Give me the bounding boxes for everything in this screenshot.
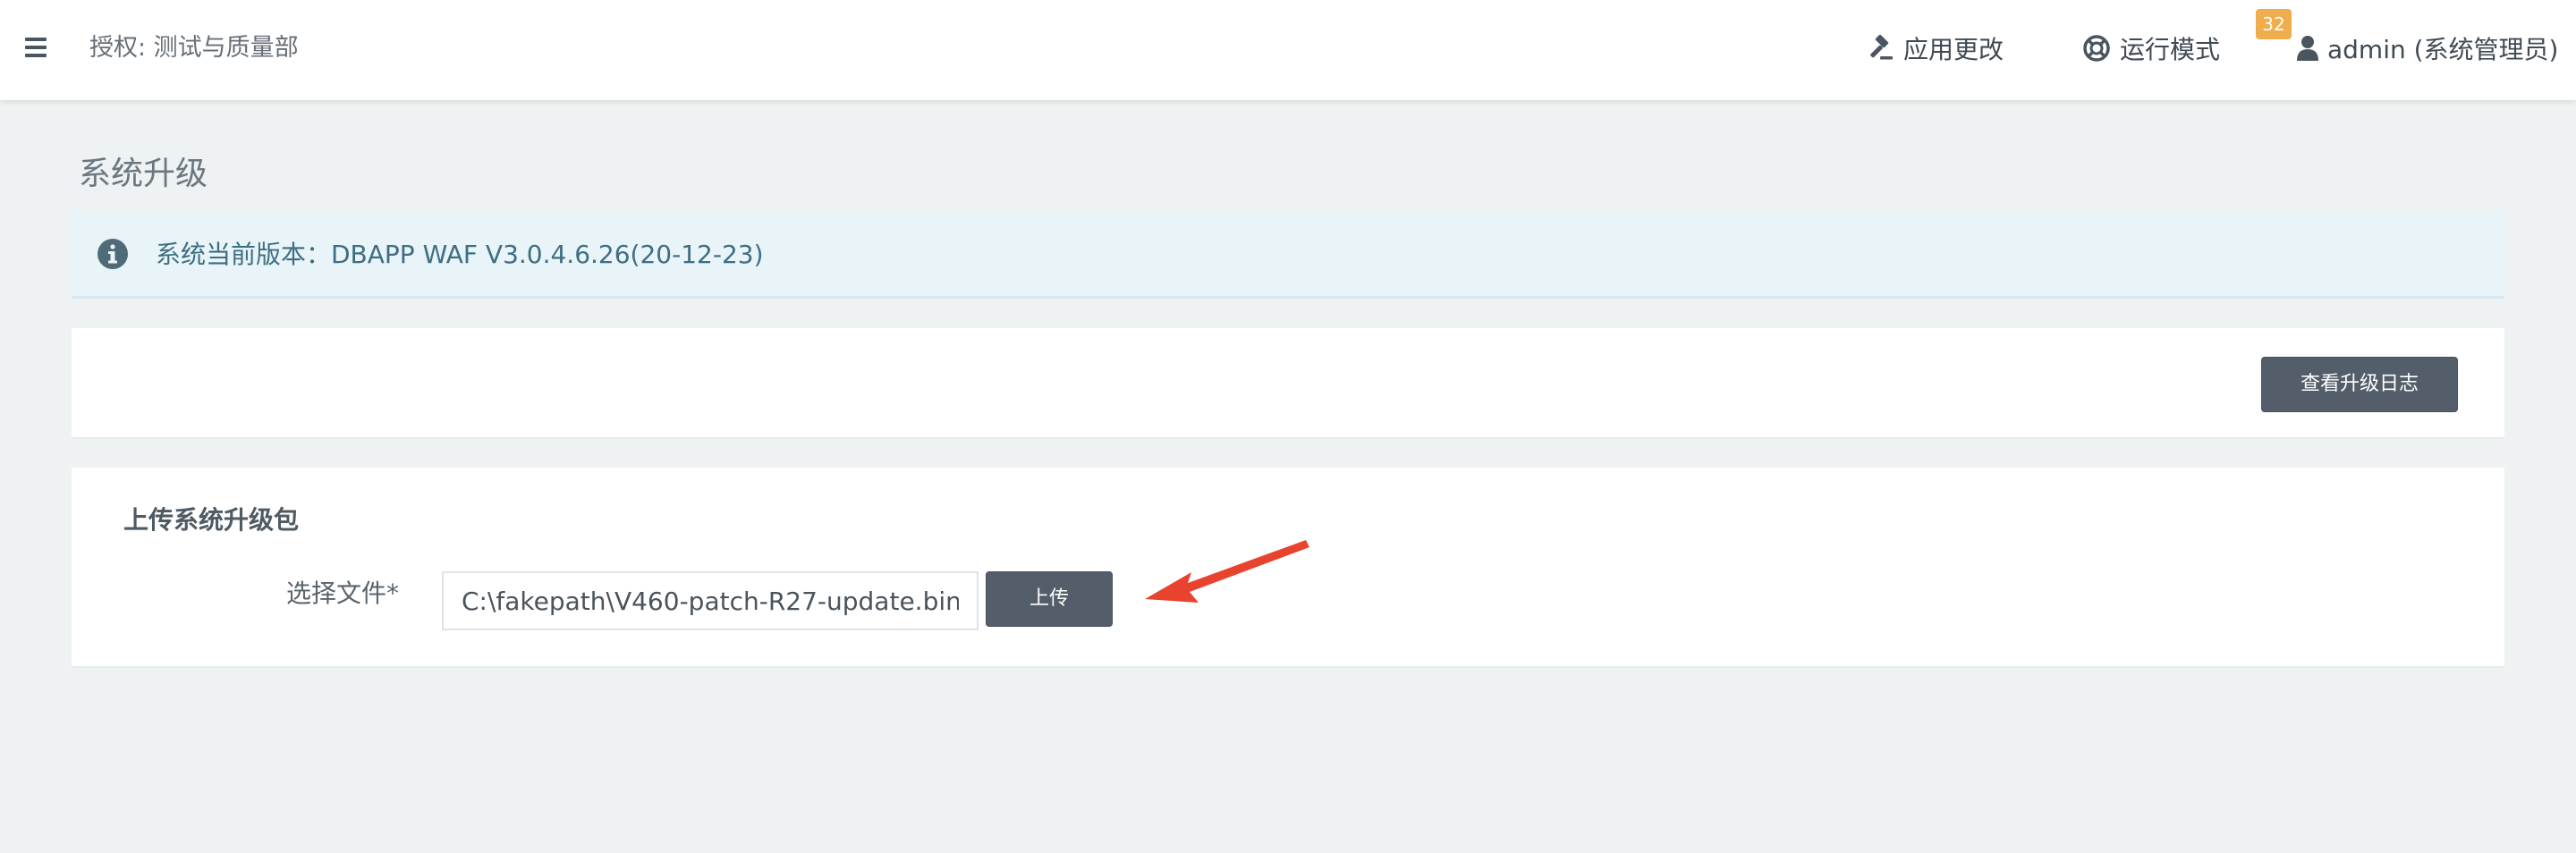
page-title: 系统升级: [79, 156, 208, 192]
view-upgrade-log-button[interactable]: 查看升级日志: [2261, 357, 2458, 412]
file-path-input[interactable]: [442, 571, 979, 630]
authorization-label: 授权: 测试与质量部: [89, 34, 299, 62]
run-mode-button[interactable]: 运行模式: [2082, 30, 2220, 66]
apply-changes-button[interactable]: 应用更改: [1868, 30, 2004, 66]
upgrade-log-panel: 查看升级日志: [72, 328, 2504, 439]
user-label: admin (系统管理员): [2327, 35, 2559, 64]
gavel-icon: [1870, 35, 1893, 60]
life-ring-icon: [2083, 35, 2110, 62]
version-info-alert: 系统当前版本：DBAPP WAF V3.0.4.6.26(20-12-23): [72, 211, 2504, 299]
user-menu[interactable]: admin (系统管理员): [2297, 30, 2558, 66]
version-info-text: 系统当前版本：DBAPP WAF V3.0.4.6.26(20-12-23): [156, 240, 764, 269]
user-icon: [2297, 36, 2318, 61]
red-arrow-annotation: [1145, 540, 1309, 603]
upload-section-title: 上传系统升级包: [123, 505, 300, 535]
run-mode-label: 运行模式: [2120, 35, 2221, 64]
menu-toggle-icon[interactable]: [25, 38, 47, 57]
notification-badge[interactable]: 32: [2256, 9, 2292, 39]
apply-changes-label: 应用更改: [1903, 35, 2004, 64]
upload-button[interactable]: 上传: [986, 571, 1113, 627]
top-navbar: 授权: 测试与质量部 应用更改 运行模式 32 admin (系统管理员): [0, 0, 2576, 100]
info-circle-icon: [97, 239, 128, 269]
file-select-label: 选择文件*: [286, 579, 400, 608]
